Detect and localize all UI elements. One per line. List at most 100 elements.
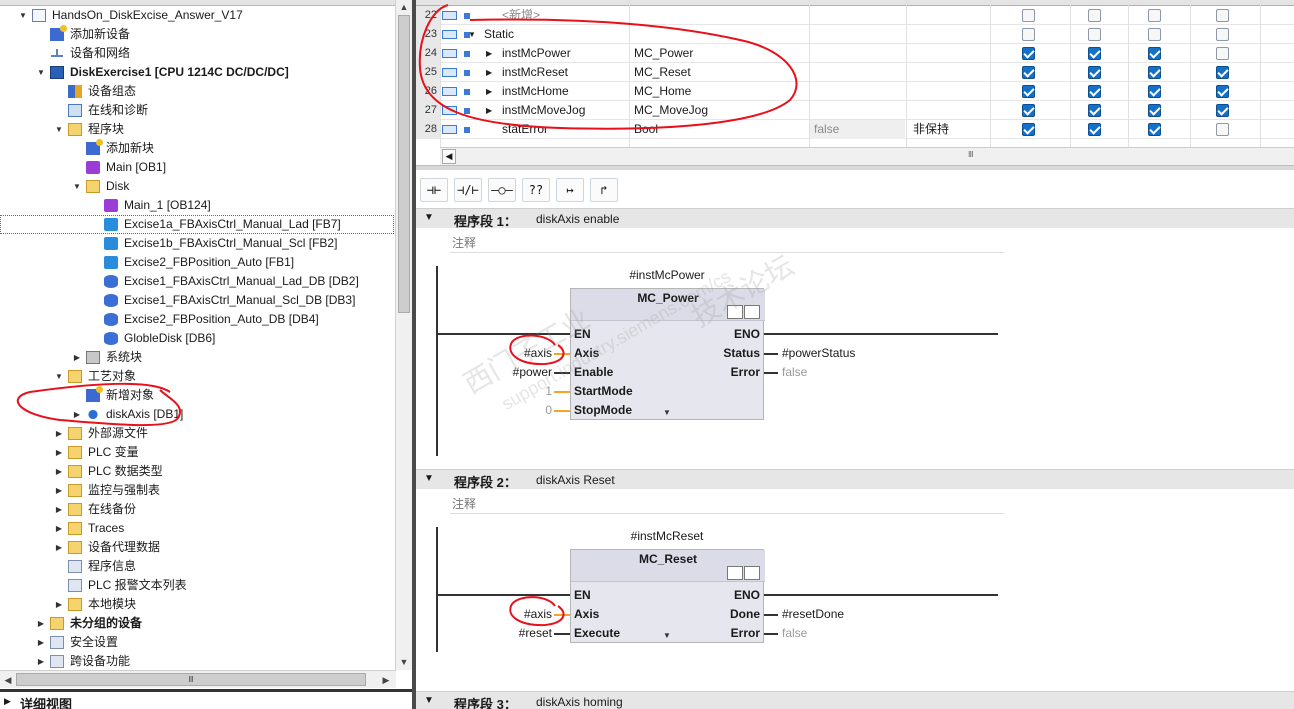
editor-splitter[interactable] [416, 165, 1294, 170]
chevron-right-icon[interactable]: ▶ [54, 519, 64, 538]
checkbox-unchecked[interactable] [1216, 9, 1229, 22]
network-comment-title[interactable]: diskAxis enable [536, 212, 619, 226]
tree-item[interactable]: ▶ PLC 变量 [0, 443, 394, 462]
tree-item[interactable]: Excise1_FBAxisCtrl_Manual_Scl_DB [DB3] [0, 291, 394, 310]
member-name[interactable]: instMcPower [502, 44, 571, 63]
network-comment[interactable]: 注释 [450, 492, 1004, 514]
checkbox-checked[interactable] [1148, 66, 1161, 79]
network-2-header[interactable]: ▼ 程序段 2： diskAxis Reset [416, 469, 1294, 490]
member-datatype[interactable]: Bool [634, 120, 658, 139]
checkbox-unchecked[interactable] [1216, 28, 1229, 41]
chevron-right-icon[interactable]: ▶ [486, 44, 492, 63]
chevron-down-icon[interactable]: ▼ [36, 63, 46, 82]
chevron-right-icon[interactable]: ▶ [486, 63, 492, 82]
chevron-right-icon[interactable]: ▶ [72, 348, 82, 367]
tree-item[interactable]: Excise1b_FBAxisCtrl_Manual_Scl [FB2] [0, 234, 394, 253]
member-datatype[interactable]: MC_Home [634, 82, 691, 101]
interface-row[interactable]: 24 ▶ instMcPower MC_Power [416, 44, 1294, 63]
checkbox-checked[interactable] [1022, 47, 1035, 60]
tree-item[interactable]: 设备和网络 [0, 44, 394, 63]
member-name[interactable]: statError [502, 120, 548, 139]
empty-box-button[interactable]: ?? [522, 178, 550, 202]
interface-row[interactable]: 28 statError Bool false 非保持 [416, 120, 1294, 139]
tree-item[interactable]: Excise2_FBPosition_Auto [FB1] [0, 253, 394, 272]
tree-item[interactable]: ▶ Traces [0, 519, 394, 538]
expand-arrow-icon[interactable]: ▼ [663, 631, 671, 640]
tree-item[interactable]: 添加新设备 [0, 25, 394, 44]
checkbox-unchecked[interactable] [1022, 9, 1035, 22]
network-1-header[interactable]: ▼ 程序段 1： diskAxis enable [416, 208, 1294, 229]
tree-item[interactable]: ▶ 监控与强制表 [0, 481, 394, 500]
tree-horizontal-scrollbar[interactable]: ◀ Ⅲ ▶ [0, 670, 396, 688]
close-branch-button[interactable]: ↱ [590, 178, 618, 202]
checkbox-checked[interactable] [1216, 85, 1229, 98]
output-operand[interactable]: false [782, 364, 807, 380]
chevron-down-icon[interactable]: ▼ [424, 695, 434, 706]
checkbox-unchecked[interactable] [1022, 28, 1035, 41]
output-operand[interactable]: #resetDone [782, 606, 844, 622]
chevron-right-icon[interactable]: ▶ [54, 424, 64, 443]
chevron-down-icon[interactable]: ▼ [468, 25, 476, 44]
tree-item[interactable]: GlobleDisk [DB6] [0, 329, 394, 348]
interface-row[interactable]: 22 <新增> [416, 6, 1294, 25]
coil-button[interactable]: –○– [488, 178, 516, 202]
expand-arrow-icon[interactable]: ▼ [663, 408, 671, 417]
chevron-right-icon[interactable]: ▶ [54, 481, 64, 500]
tree-item[interactable]: ▼ Disk [0, 177, 394, 196]
checkbox-checked[interactable] [1148, 47, 1161, 60]
checkbox-checked[interactable] [1148, 104, 1161, 117]
scroll-up-icon[interactable]: ▲ [396, 0, 412, 14]
tree-item[interactable]: 在线和诊断 [0, 101, 394, 120]
chevron-right-icon[interactable]: ▶ [54, 443, 64, 462]
tree-item[interactable]: ▶ 设备代理数据 [0, 538, 394, 557]
member-datatype[interactable]: MC_MoveJog [634, 101, 708, 120]
scroll-left-icon[interactable]: ◀ [442, 149, 456, 164]
checkbox-checked[interactable] [1088, 123, 1101, 136]
tree-item[interactable]: 程序信息 [0, 557, 394, 576]
member-name[interactable]: instMcReset [502, 63, 568, 82]
scroll-left-icon[interactable]: ◀ [0, 671, 16, 689]
chevron-right-icon[interactable]: ▶ [72, 405, 82, 424]
interface-row[interactable]: 26 ▶ instMcHome MC_Home [416, 82, 1294, 101]
chevron-right-icon[interactable]: ▶ [54, 538, 64, 557]
scroll-thumb-h[interactable]: Ⅲ [16, 673, 366, 686]
tree-item[interactable]: ▼ DiskExercise1 [CPU 1214C DC/DC/DC] [0, 63, 394, 82]
tree-item[interactable]: Excise1a_FBAxisCtrl_Manual_Lad [FB7] [0, 215, 394, 234]
member-datatype[interactable]: MC_Reset [634, 63, 691, 82]
tree-item[interactable]: ▶ 系统块 [0, 348, 394, 367]
tree-item[interactable]: ▶ 本地模块 [0, 595, 394, 614]
checkbox-checked[interactable] [1148, 123, 1161, 136]
output-operand[interactable]: false [782, 625, 807, 641]
tree-item[interactable]: ▶ 未分组的设备 [0, 614, 394, 633]
checkbox-unchecked[interactable] [1148, 28, 1161, 41]
checkbox-checked[interactable] [1022, 85, 1035, 98]
tree-vertical-scrollbar[interactable]: ▲ ▼ [395, 0, 412, 670]
interface-row[interactable]: 27 ▶ instMcMoveJog MC_MoveJog [416, 101, 1294, 120]
normally-open-contact-button[interactable]: ⊣⊢ [420, 178, 448, 202]
chevron-right-icon[interactable]: ▶ [36, 652, 46, 671]
member-retain[interactable]: 非保持 [913, 120, 949, 139]
member-name[interactable]: instMcHome [502, 82, 569, 101]
checkbox-unchecked[interactable] [1216, 47, 1229, 60]
checkbox-checked[interactable] [1088, 85, 1101, 98]
checkbox-checked[interactable] [1148, 85, 1161, 98]
detail-view-bar[interactable]: ▶ 详细视图 [0, 689, 414, 709]
checkbox-checked[interactable] [1088, 47, 1101, 60]
tree-item[interactable]: ▶ 在线备份 [0, 500, 394, 519]
interface-row[interactable]: 23 ▼ Static [416, 25, 1294, 44]
chevron-down-icon[interactable]: ▼ [54, 120, 64, 139]
member-name[interactable]: instMcMoveJog [502, 101, 585, 120]
network-comment-title[interactable]: diskAxis homing [536, 695, 623, 709]
chevron-right-icon[interactable]: ▶ [36, 633, 46, 652]
tree-item[interactable]: ▶ 跨设备功能 [0, 652, 394, 671]
scroll-thumb[interactable] [398, 15, 410, 313]
tree-item[interactable]: Excise2_FBPosition_Auto_DB [DB4] [0, 310, 394, 329]
chevron-right-icon[interactable]: ▶ [4, 696, 11, 707]
tree-item[interactable]: ▶ diskAxis [DB1] [0, 405, 394, 424]
tree-item[interactable]: ▶ 安全设置 [0, 633, 394, 652]
tree-item[interactable]: ▼ 程序块 [0, 120, 394, 139]
checkbox-unchecked[interactable] [1148, 9, 1161, 22]
tree-item[interactable]: Main_1 [OB124] [0, 196, 394, 215]
chevron-right-icon[interactable]: ▶ [36, 614, 46, 633]
tree-item[interactable]: PLC 报警文本列表 [0, 576, 394, 595]
